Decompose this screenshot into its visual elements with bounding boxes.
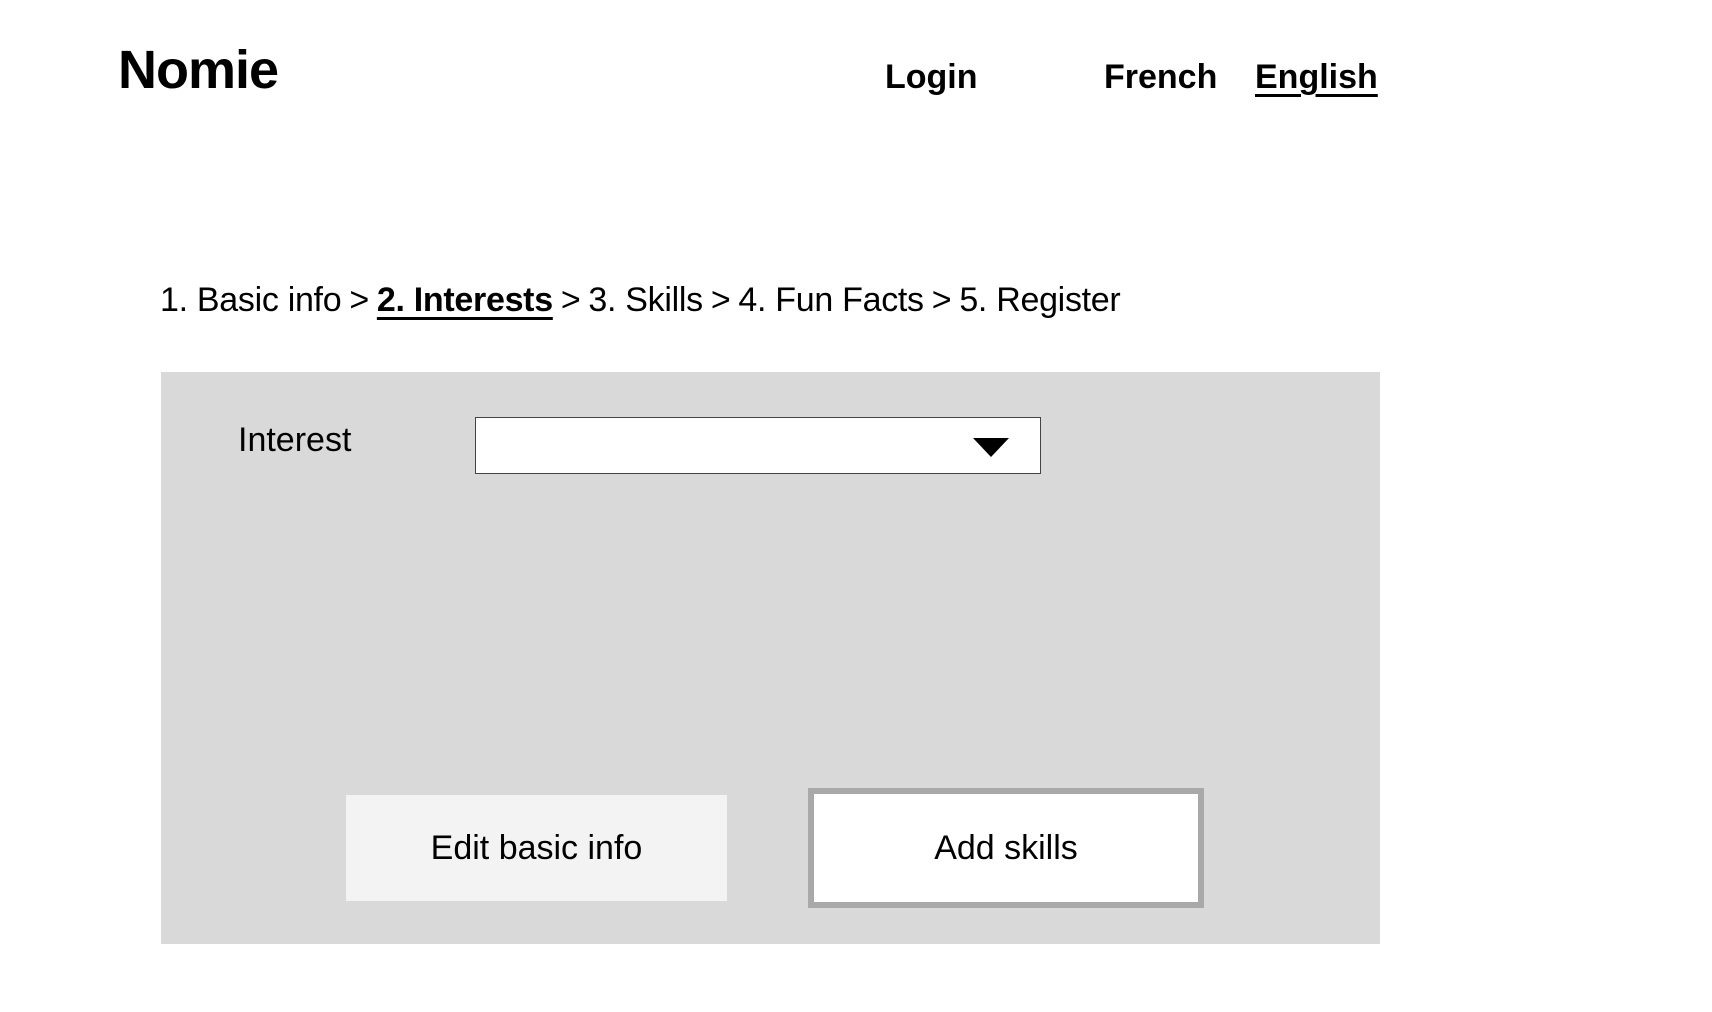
edit-basic-info-button-label: Edit basic info	[430, 829, 643, 867]
edit-basic-info-button[interactable]: Edit basic info	[346, 795, 727, 901]
login-link[interactable]: Login	[885, 57, 978, 97]
language-english-link[interactable]: English	[1255, 57, 1378, 97]
add-skills-button-label: Add skills	[934, 829, 1078, 867]
step-separator: >	[931, 281, 952, 319]
language-french-link[interactable]: French	[1104, 57, 1217, 97]
step-separator: >	[710, 281, 731, 319]
app-logo[interactable]: Nomie	[118, 40, 279, 100]
step-separator: >	[560, 281, 581, 319]
step-basic-info[interactable]: 1. Basic info	[160, 281, 342, 319]
registration-steps-breadcrumb: 1. Basic info >2. Interests >3. Skills >4. …	[160, 280, 1121, 320]
step-register[interactable]: 5. Register	[959, 281, 1120, 319]
interests-form-panel: Interest Edit basic info Add skills	[161, 372, 1380, 944]
add-skills-button[interactable]: Add skills	[808, 788, 1204, 908]
interest-select[interactable]	[475, 417, 1041, 474]
caret-down-icon[interactable]	[973, 438, 1009, 457]
step-interests[interactable]: 2. Interests	[377, 281, 553, 319]
step-fun-facts[interactable]: 4. Fun Facts	[738, 281, 924, 319]
step-separator: >	[349, 281, 369, 319]
interest-label: Interest	[238, 421, 352, 459]
step-skills[interactable]: 3. Skills	[588, 281, 703, 319]
page: Nomie Login French English 1. Basic info…	[0, 0, 1712, 1012]
